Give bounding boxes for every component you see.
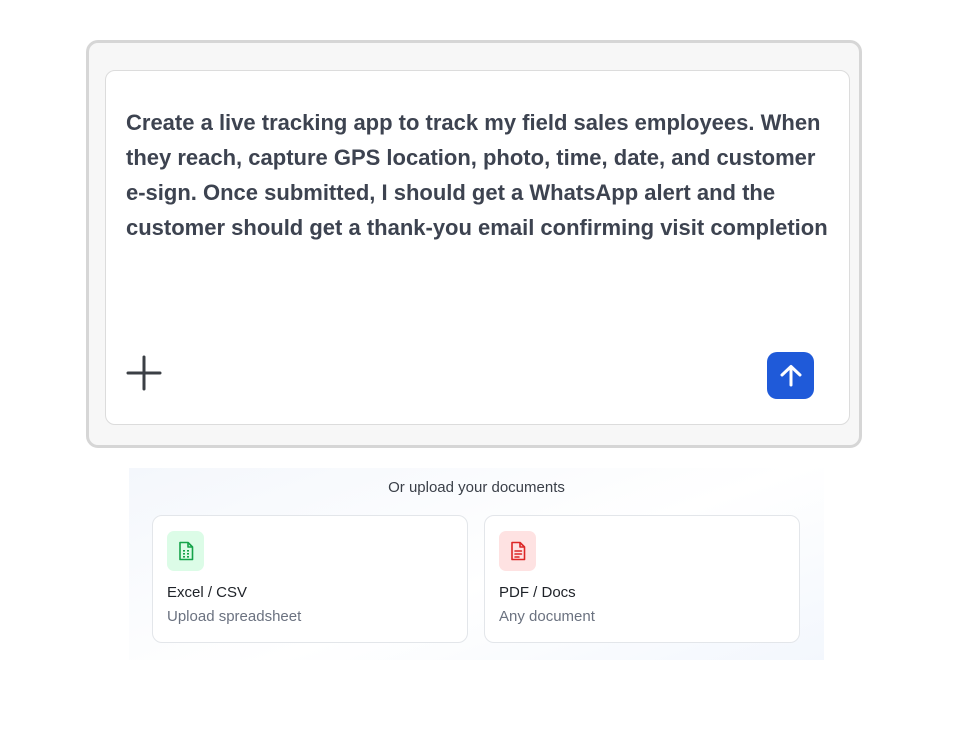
prompt-composer: Create a live tracking app to track my f… <box>86 40 862 448</box>
add-attachment-button[interactable] <box>124 353 164 393</box>
arrow-up-icon <box>780 364 801 386</box>
document-file-icon <box>510 541 525 561</box>
upload-documents-section: Or upload your documents Excel / CSV Upl… <box>129 468 824 660</box>
spreadsheet-icon-container <box>167 531 204 571</box>
send-button[interactable] <box>767 352 814 399</box>
pdf-docs-subtitle: Any document <box>499 608 595 625</box>
upload-pdf-docs-card[interactable]: PDF / Docs Any document <box>484 515 800 643</box>
prompt-input-text[interactable]: Create a live tracking app to track my f… <box>126 105 836 245</box>
pdf-docs-title: PDF / Docs <box>499 584 576 601</box>
plus-icon <box>126 355 162 391</box>
prompt-input-box[interactable]: Create a live tracking app to track my f… <box>105 70 850 425</box>
upload-section-title: Or upload your documents <box>388 479 565 496</box>
spreadsheet-file-icon <box>178 541 193 561</box>
excel-csv-subtitle: Upload spreadsheet <box>167 608 302 625</box>
upload-excel-csv-card[interactable]: Excel / CSV Upload spreadsheet <box>152 515 468 643</box>
excel-csv-title: Excel / CSV <box>167 584 248 601</box>
document-icon-container <box>499 531 536 571</box>
